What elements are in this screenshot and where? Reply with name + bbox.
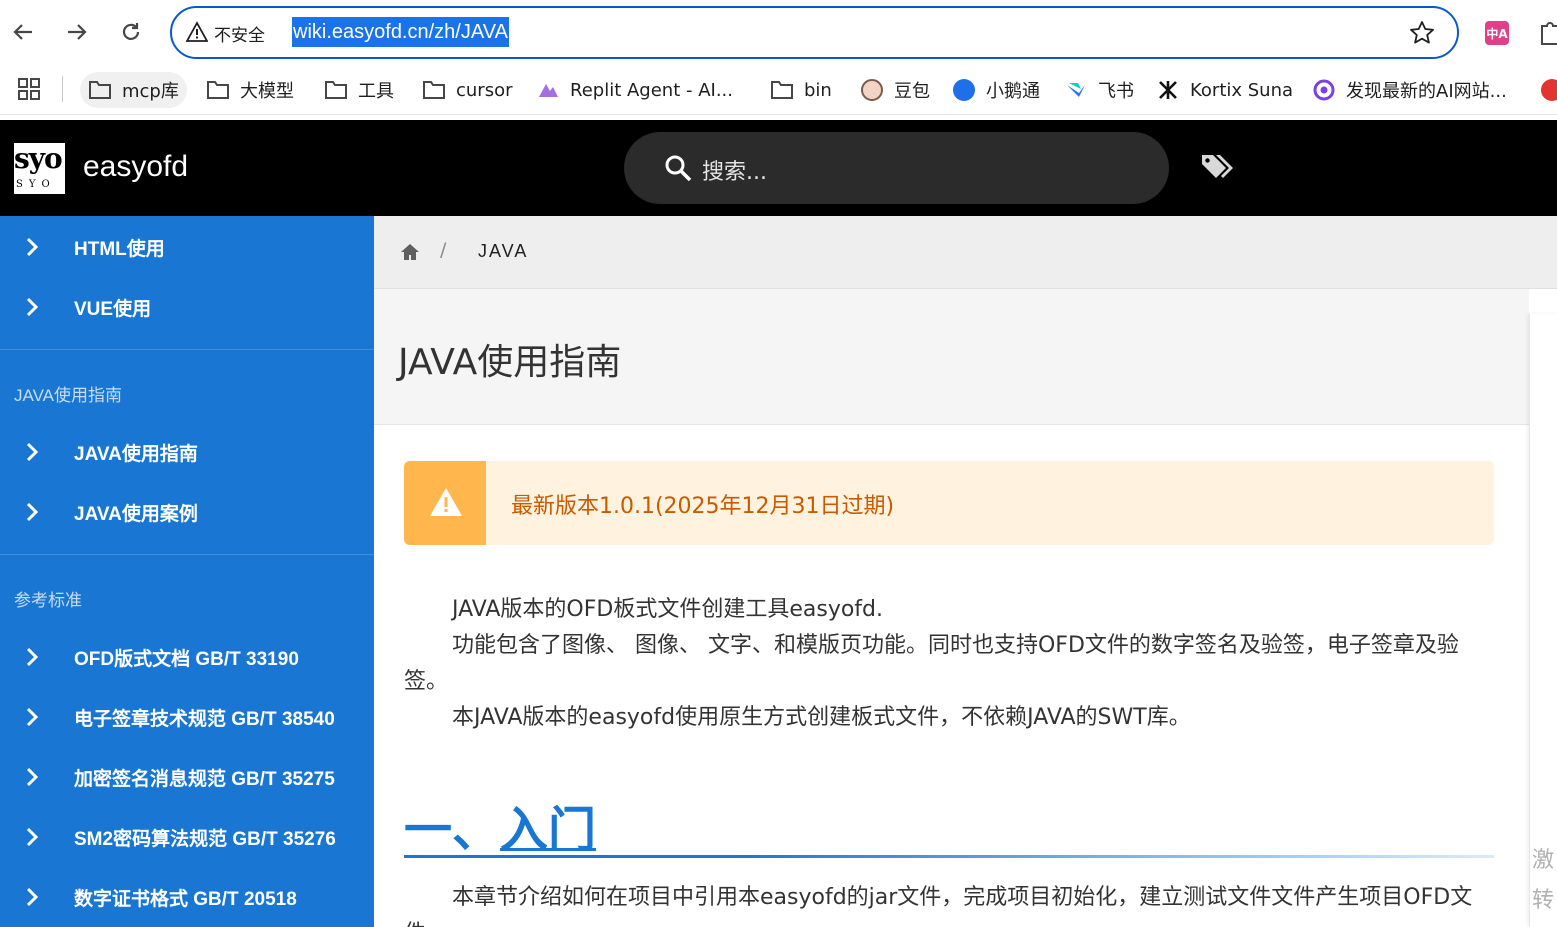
sidebar-item-vue[interactable]: VUE使用 [0, 277, 374, 337]
version-alert: 最新版本1.0.1(2025年12月31日过期) [404, 461, 1494, 545]
right-side-panel: 激 转 [1529, 314, 1557, 927]
xiaoetong-icon [952, 78, 976, 102]
sidebar-item-gbt33190[interactable]: OFD版式文档 GB/T 33190 [0, 627, 374, 687]
bookmark-xiaoetong[interactable]: 小鹅通 [952, 72, 1040, 108]
bookmark-feishu[interactable]: 飞书 [1064, 72, 1134, 108]
chevron-right-icon [26, 887, 39, 907]
warning-icon [430, 488, 462, 516]
search-icon [665, 155, 692, 182]
sidebar-section-title: JAVA使用指南 [14, 386, 122, 405]
chevron-right-icon [26, 297, 39, 317]
security-status[interactable]: 不安全 [214, 21, 265, 46]
search-placeholder: 搜索... [702, 160, 767, 185]
kortix-icon [1156, 78, 1180, 102]
warning-icon[interactable] [186, 21, 208, 43]
chevron-right-icon [26, 237, 39, 257]
tags-icon[interactable] [1200, 152, 1234, 182]
sidebar-item-gbt38540[interactable]: 电子签章技术规范 GB/T 38540 [0, 687, 374, 747]
breadcrumb-current: JAVA [478, 241, 529, 261]
translate-extension-icon[interactable]: 中A [1485, 21, 1509, 45]
sidebar-divider [0, 349, 374, 350]
bookmark-llm[interactable]: 大模型 [206, 72, 294, 108]
bookmark-star-icon[interactable] [1409, 20, 1435, 46]
folder-icon [88, 78, 112, 102]
page-title-bar: JAVA使用指南 [374, 289, 1529, 425]
side-panel-text: 激 [1532, 848, 1555, 873]
sidebar-divider [0, 554, 374, 555]
alert-accent [404, 461, 486, 545]
section-anchor-link[interactable]: 入门 [500, 802, 596, 858]
chevron-right-icon [26, 707, 39, 727]
folder-icon [206, 78, 230, 102]
address-bar[interactable]: 不安全 wiki.easyofd.cn/zh/JAVA [170, 6, 1459, 59]
reload-icon [122, 23, 140, 40]
paragraph: 功能包含了图像、 图像、 文字、和模版页功能。同时也支持OFD文件的数字签名及验… [404, 633, 1459, 694]
chevron-right-icon [26, 502, 39, 522]
paragraph: JAVA版本的OFD板式文件创建工具easyofd. [452, 597, 884, 622]
side-panel-text: 转 [1532, 888, 1555, 913]
folder-icon [770, 78, 794, 102]
arrow-left-icon [13, 24, 32, 40]
chevron-right-icon [26, 442, 39, 462]
site-name[interactable]: easyofd [83, 150, 188, 184]
back-button[interactable] [8, 17, 38, 47]
bookmark-mcp[interactable]: mcp库 [80, 72, 187, 108]
bookmark-bin[interactable]: bin [770, 72, 832, 108]
bookmark-kortix[interactable]: Kortix Suna [1156, 72, 1293, 108]
search-input[interactable]: 搜索... [624, 132, 1169, 204]
sidebar-nav: HTML使用 VUE使用 JAVA使用指南 JAVA使用指南 JAVA使用案例 … [0, 216, 374, 927]
paragraph: 本JAVA版本的easyofd使用原生方式创建板式文件，不依赖JAVA的SWT库… [452, 705, 1191, 730]
section-number: 一、 [404, 802, 501, 858]
forward-button[interactable] [62, 17, 92, 47]
bookmark-cursor[interactable]: cursor [422, 72, 513, 108]
doubao-icon [860, 78, 884, 102]
sidebar-item-gbt20518[interactable]: 数字证书格式 GB/T 20518 [0, 867, 374, 927]
home-icon[interactable] [400, 242, 420, 262]
section-heading: 一、入门 [404, 790, 596, 860]
folder-icon [422, 78, 446, 102]
ai-site-icon [1312, 78, 1336, 102]
bookmark-doubao[interactable]: 豆包 [860, 72, 930, 108]
arrow-right-icon [68, 24, 87, 40]
bookmarks-separator [62, 76, 63, 102]
sidebar-item-html[interactable]: HTML使用 [0, 217, 374, 277]
chevron-right-icon [26, 647, 39, 667]
heading-underline [404, 855, 1494, 858]
chevron-right-icon [26, 767, 39, 787]
folder-icon [324, 78, 348, 102]
apps-grid-icon[interactable] [18, 78, 40, 100]
reload-button[interactable] [116, 17, 146, 47]
chevron-right-icon [26, 827, 39, 847]
site-logo[interactable]: syo SYO [14, 143, 65, 194]
paragraph: 本章节介绍如何在项目中引用本easyofd的jar文件，完成项目初始化，建立测试… [404, 885, 1473, 927]
page-title: JAVA使用指南 [398, 342, 622, 383]
breadcrumb-separator: / [440, 239, 447, 261]
sidebar-item-java-guide[interactable]: JAVA使用指南 [0, 422, 374, 482]
browser-toolbar: 不安全 wiki.easyofd.cn/zh/JAVA 中A [0, 0, 1557, 66]
breadcrumb: / JAVA [374, 216, 1557, 289]
replit-icon [536, 78, 560, 102]
alert-text: 最新版本1.0.1(2025年12月31日过期) [511, 494, 895, 519]
sidebar-section-title: 参考标准 [14, 591, 82, 610]
overflow-bookmark-icon [1540, 78, 1557, 102]
bookmark-replit[interactable]: Replit Agent - AI... [536, 72, 733, 108]
site-header: syo SYO easyofd 搜索... [0, 120, 1557, 216]
bookmarks-bar: mcp库 大模型 工具 cursor Replit Agent - AI... … [0, 66, 1557, 115]
bookmark-ai-sites[interactable]: 发现最新的AI网站... [1312, 72, 1507, 108]
url-text[interactable]: wiki.easyofd.cn/zh/JAVA [292, 17, 509, 47]
bookmark-tools[interactable]: 工具 [324, 72, 394, 108]
bookmark-overflow[interactable] [1540, 72, 1557, 108]
sidebar-item-java-examples[interactable]: JAVA使用案例 [0, 482, 374, 542]
feishu-icon [1064, 78, 1088, 102]
sidebar-item-gbt35276[interactable]: SM2密码算法规范 GB/T 35276 [0, 807, 374, 867]
extensions-puzzle-icon[interactable] [1538, 20, 1557, 46]
sidebar-item-gbt35275[interactable]: 加密签名消息规范 GB/T 35275 [0, 747, 374, 807]
